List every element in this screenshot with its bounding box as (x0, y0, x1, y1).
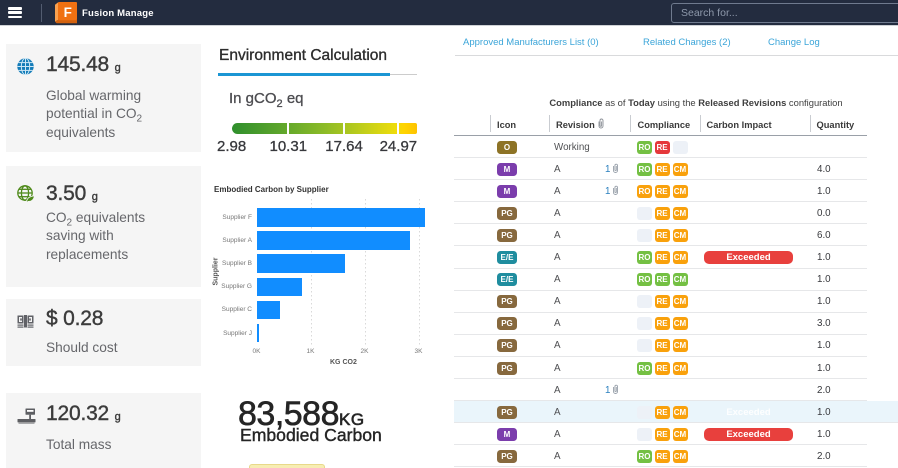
svg-text:F: F (64, 5, 72, 20)
